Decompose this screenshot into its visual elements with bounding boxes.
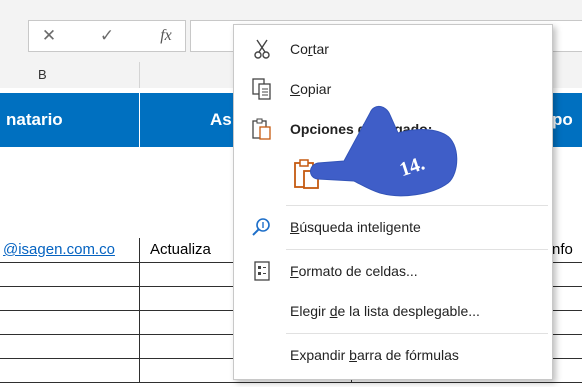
search-icon [250, 215, 274, 239]
close-icon[interactable]: ✕ [33, 25, 65, 47]
menu-item-label: Búsqueda inteligente [290, 219, 421, 235]
email-cell[interactable]: @isagen.com.co [0, 238, 140, 262]
table-header-cell[interactable]: natario [0, 93, 140, 147]
insert-function-button[interactable]: fx [151, 25, 181, 47]
table-cell[interactable] [0, 310, 140, 334]
paste-icon [250, 117, 274, 141]
menu-item-cut[interactable]: Cortar [234, 31, 552, 67]
check-icon[interactable]: ✓ [91, 25, 123, 47]
column-header-b[interactable]: B [0, 62, 140, 88]
menu-item-pick-from-list[interactable]: Elegir de la lista desplegable... [234, 293, 552, 329]
copy-icon [250, 77, 274, 101]
menu-separator [286, 205, 548, 206]
annotation-pointer: 14. [300, 95, 470, 205]
table-cell[interactable] [0, 358, 140, 382]
table-cell[interactable] [0, 262, 140, 286]
table-cell[interactable] [0, 334, 140, 358]
menu-item-format-cells[interactable]: Formato de celdas... [234, 253, 552, 289]
extra-cell[interactable]: nfo [552, 238, 582, 262]
table-cell[interactable] [0, 286, 140, 310]
menu-item-label: Formato de celdas... [290, 263, 418, 279]
menu-item-smart-lookup[interactable]: Búsqueda inteligente [234, 209, 552, 245]
menu-item-label: Elegir de la lista desplegable... [290, 303, 480, 319]
menu-item-expand-formula-bar[interactable]: Expandir barra de fórmulas [234, 337, 552, 373]
menu-item-label: Expandir barra de fórmulas [290, 347, 459, 363]
scissors-icon [250, 37, 274, 61]
format-cells-icon [250, 259, 274, 283]
menu-item-label: Cortar [290, 41, 329, 57]
menu-separator [286, 249, 548, 250]
formula-bar-buttons: ✕ ✓ fx [28, 20, 186, 52]
table-header-cell[interactable]: po [552, 93, 582, 147]
menu-separator [286, 333, 548, 334]
